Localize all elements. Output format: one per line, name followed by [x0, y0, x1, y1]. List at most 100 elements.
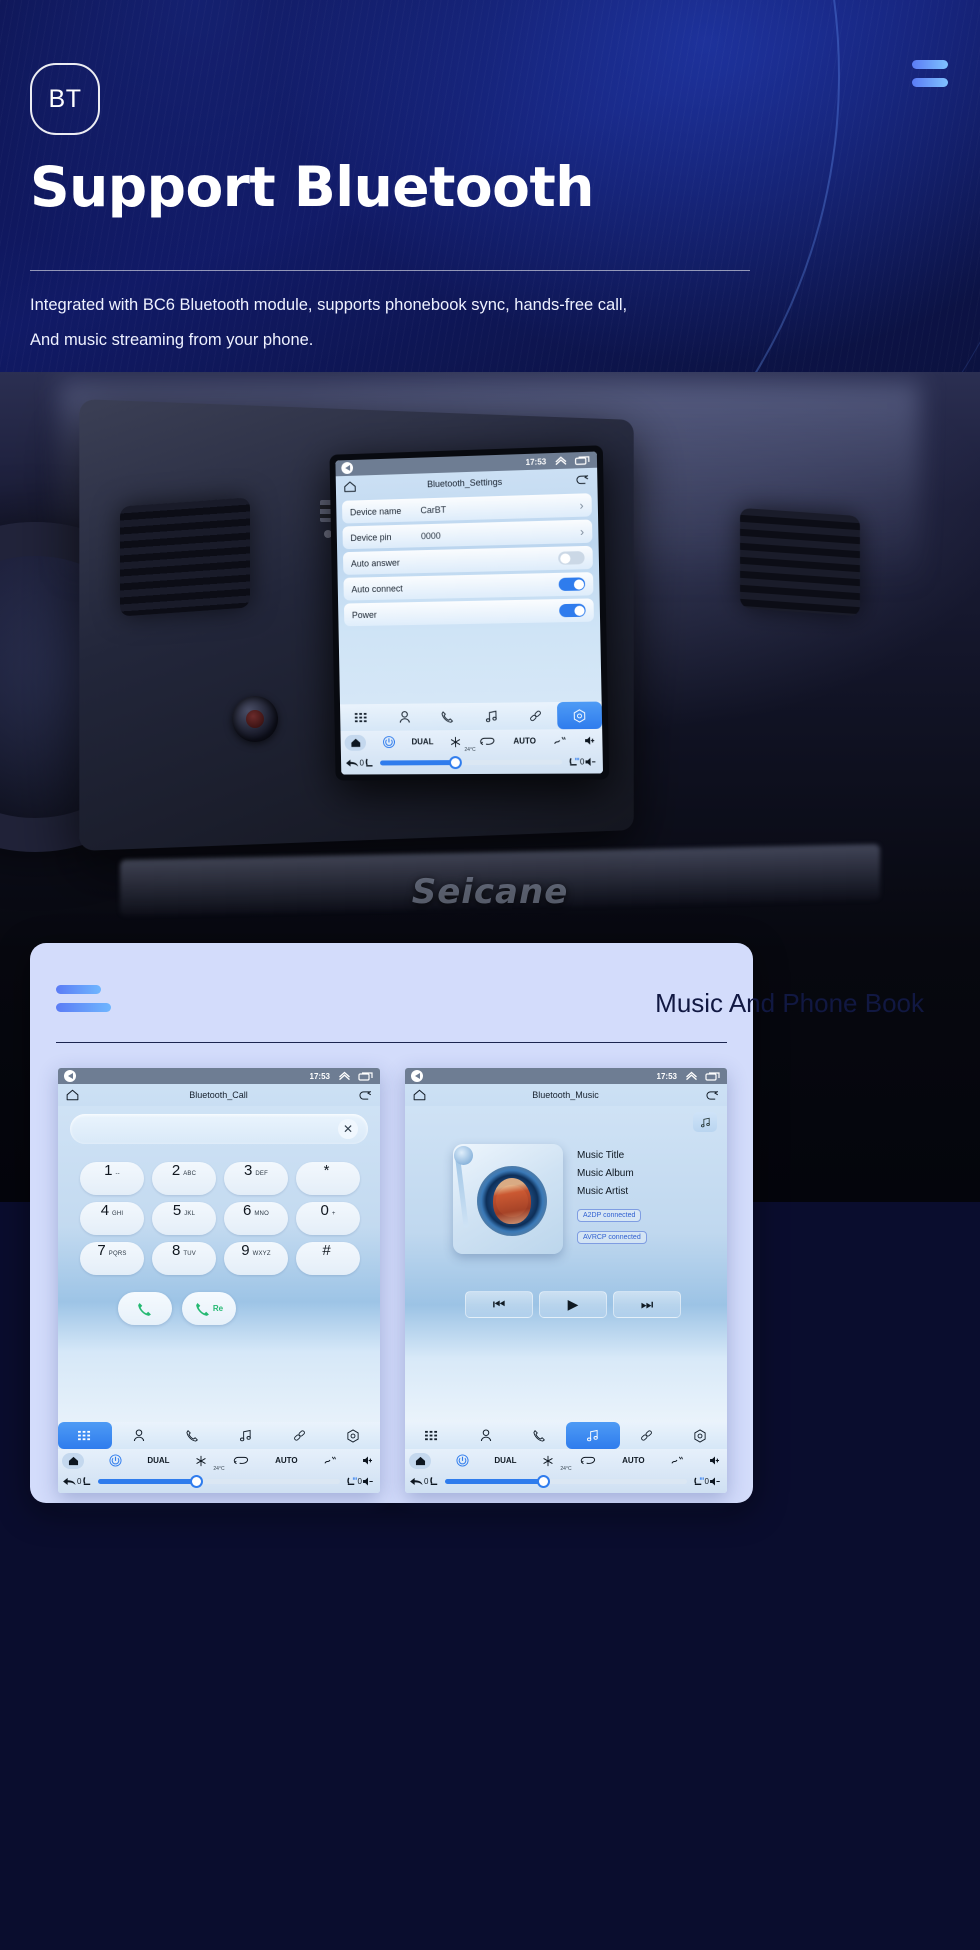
return-arrow-icon[interactable] [575, 474, 589, 486]
phone-redial-icon[interactable]: Re [182, 1292, 236, 1325]
setting-row-auto-answer[interactable]: Auto answer [342, 545, 593, 575]
fan-speed-slider[interactable] [98, 1475, 340, 1488]
return-arrow-icon[interactable] [705, 1090, 719, 1101]
snowflake-icon[interactable] [450, 736, 462, 748]
seat-icon[interactable] [81, 1476, 93, 1488]
phone-handset-icon[interactable] [512, 1422, 566, 1449]
auto-answer-toggle[interactable] [558, 551, 585, 565]
dialpad-key[interactable]: * [296, 1162, 360, 1195]
contact-person-icon[interactable] [383, 703, 427, 730]
contact-person-icon[interactable] [459, 1422, 513, 1449]
play-icon[interactable]: ▶ [539, 1291, 607, 1318]
dialpad-key[interactable]: 7 PQRS [80, 1242, 144, 1275]
setting-row-power[interactable]: Power [343, 598, 594, 627]
fan-icon[interactable] [448, 756, 462, 770]
recents-icon[interactable] [705, 1071, 721, 1081]
apps-grid-icon[interactable] [405, 1422, 459, 1449]
next-track-icon[interactable]: ⏭ [613, 1291, 681, 1318]
music-note-icon[interactable] [469, 703, 513, 730]
back-circle-icon[interactable] [341, 461, 354, 475]
snowflake-icon[interactable] [195, 1455, 207, 1467]
defrost-icon[interactable] [670, 1455, 684, 1467]
auto-label[interactable]: AUTO [622, 1456, 645, 1465]
link-chain-icon[interactable] [273, 1422, 327, 1449]
link-chain-icon[interactable] [620, 1422, 674, 1449]
settings-hex-icon[interactable] [673, 1422, 727, 1449]
media-controls: ⏮ ▶ ⏭ [465, 1291, 681, 1318]
chevron-up-icon[interactable] [685, 1071, 698, 1081]
dialpad-key[interactable]: 5 JKL [152, 1202, 216, 1235]
apps-grid-icon[interactable] [340, 704, 383, 731]
music-list-icon[interactable] [693, 1112, 717, 1132]
snowflake-icon[interactable] [542, 1455, 554, 1467]
seat-heated-icon[interactable] [692, 1476, 705, 1488]
dialpad-key[interactable]: 2 ABC [152, 1162, 216, 1195]
dialpad-key[interactable]: 0 + [296, 1202, 360, 1235]
hamburger-icon[interactable] [912, 60, 948, 87]
auto-label[interactable]: AUTO [275, 1456, 298, 1465]
settings-hex-icon[interactable] [326, 1422, 380, 1449]
music-note-icon[interactable] [566, 1422, 620, 1449]
dialer-background: ✕ 1 -- 2 ABC 3 DEF * 4 GHI 5 JKL 6 MNO 0 + 7 PQR… [58, 1106, 380, 1422]
phone-call-icon[interactable] [118, 1292, 172, 1325]
home-icon[interactable] [66, 1089, 79, 1101]
seat-icon[interactable] [364, 757, 376, 769]
return-arrow-icon[interactable] [358, 1090, 372, 1101]
setting-row-device-pin[interactable]: Device pin 0000 › [342, 519, 593, 550]
home-icon[interactable] [413, 1089, 426, 1101]
volume-up-icon[interactable] [362, 1455, 376, 1466]
fan-speed-slider[interactable] [380, 756, 562, 770]
settings-hex-icon[interactable] [557, 701, 603, 730]
phone-handset-icon[interactable] [165, 1422, 219, 1449]
dialpad-key[interactable]: 3 DEF [224, 1162, 288, 1195]
fan-speed-slider[interactable] [445, 1475, 687, 1488]
defrost-icon[interactable] [323, 1455, 337, 1467]
fan-icon[interactable] [190, 1475, 204, 1488]
volume-down-icon[interactable] [584, 756, 598, 767]
music-note-icon[interactable] [219, 1422, 273, 1449]
previous-track-icon[interactable]: ⏮ [465, 1291, 533, 1318]
volume-down-icon[interactable] [362, 1476, 376, 1487]
volume-up-icon[interactable] [584, 735, 598, 746]
recents-icon[interactable] [574, 455, 590, 466]
volume-down-icon[interactable] [709, 1476, 723, 1487]
volume-up-icon[interactable] [709, 1455, 723, 1466]
power-toggle[interactable] [559, 603, 586, 618]
chevron-up-icon[interactable] [338, 1071, 351, 1081]
setting-row-auto-connect[interactable]: Auto connect [343, 572, 594, 601]
dual-label[interactable]: DUAL [147, 1456, 169, 1465]
dialpad-key[interactable]: 6 MNO [224, 1202, 288, 1235]
recirculate-icon[interactable] [478, 736, 496, 747]
defrost-icon[interactable] [553, 735, 567, 747]
phone-handset-icon[interactable] [426, 703, 470, 730]
apps-grid-icon[interactable] [58, 1422, 112, 1449]
contact-person-icon[interactable] [112, 1422, 166, 1449]
back-arrow-icon[interactable] [62, 1476, 77, 1487]
phone-number-input[interactable]: ✕ [70, 1114, 368, 1144]
dialpad-key[interactable]: 8 TUV [152, 1242, 216, 1275]
dual-label[interactable]: DUAL [494, 1456, 516, 1465]
auto-label[interactable]: AUTO [513, 736, 536, 745]
dialpad-key[interactable]: # [296, 1242, 360, 1275]
setting-row-device-name[interactable]: Device name CarBT › [341, 493, 592, 524]
auto-connect-toggle[interactable] [558, 577, 586, 592]
dialpad-key[interactable]: 1 -- [80, 1162, 144, 1195]
dual-label[interactable]: DUAL [411, 737, 433, 746]
close-x-icon[interactable]: ✕ [338, 1119, 358, 1139]
recents-icon[interactable] [358, 1071, 374, 1081]
dialpad-key[interactable]: 4 GHI [80, 1202, 144, 1235]
seat-heated-icon[interactable] [567, 756, 580, 768]
back-arrow-icon[interactable] [345, 758, 360, 769]
fan-icon[interactable] [537, 1475, 551, 1488]
back-circle-icon[interactable] [411, 1070, 423, 1082]
recirculate-icon[interactable] [232, 1455, 250, 1466]
home-icon[interactable] [344, 481, 357, 493]
back-arrow-icon[interactable] [409, 1476, 424, 1487]
seat-icon[interactable] [428, 1476, 440, 1488]
recirculate-icon[interactable] [579, 1455, 597, 1466]
link-chain-icon[interactable] [513, 702, 558, 730]
seat-heated-icon[interactable] [345, 1476, 358, 1488]
back-circle-icon[interactable] [64, 1070, 76, 1082]
chevron-up-icon[interactable] [554, 456, 567, 467]
dialpad-key[interactable]: 9 WXYZ [224, 1242, 288, 1275]
